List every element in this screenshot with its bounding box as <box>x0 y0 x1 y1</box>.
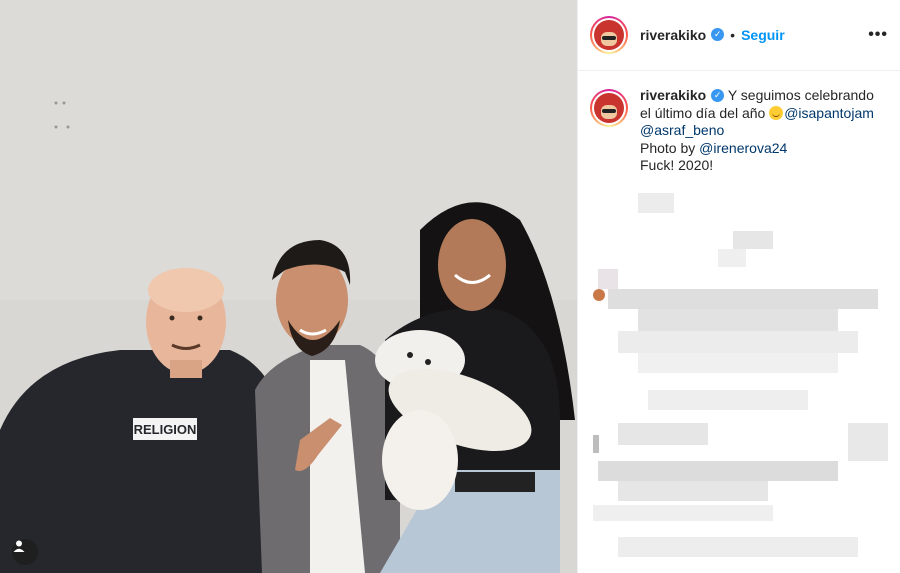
tag-people-button[interactable] <box>12 539 38 565</box>
caption-verified-badge-icon: ✓ <box>711 88 725 102</box>
smiling-face-emoji <box>769 105 784 120</box>
photo-illustration: RELIGION <box>0 0 577 573</box>
follow-button[interactable]: Seguir <box>741 27 785 43</box>
caption-avatar[interactable] <box>590 89 628 127</box>
photo-by-label: Photo by <box>640 139 700 156</box>
mention-irenerova24[interactable]: @irenerova24 <box>699 140 787 156</box>
redacted-comments <box>578 185 900 573</box>
header-username[interactable]: riverakiko <box>640 27 706 43</box>
caption-row: riverakiko ✓ Y seguimos celebrando el últ… <box>578 71 900 175</box>
more-options-icon[interactable]: ••• <box>868 26 888 44</box>
post-photo[interactable]: RELIGION <box>0 0 577 573</box>
caption-text: riverakiko ✓ Y seguimos celebrando el últ… <box>640 87 888 175</box>
caption-username[interactable]: riverakiko <box>640 87 706 103</box>
caption-text-part-2: Fuck! 2020! <box>640 157 714 173</box>
mention-asraf-beno[interactable]: @asraf_beno <box>640 122 724 138</box>
person-tag-icon <box>13 540 25 552</box>
verified-badge-icon: ✓ <box>711 27 725 41</box>
post-sidebar: riverakiko ✓ • Seguir ••• riverakiko ✓ Y … <box>577 0 900 573</box>
avatar[interactable] <box>590 16 628 54</box>
post-header: riverakiko ✓ • Seguir ••• <box>578 0 900 71</box>
shirt-text: RELIGION <box>134 422 197 437</box>
mention-isapantojam[interactable]: @isapantojam <box>784 105 874 121</box>
separator-dot: • <box>730 27 736 43</box>
